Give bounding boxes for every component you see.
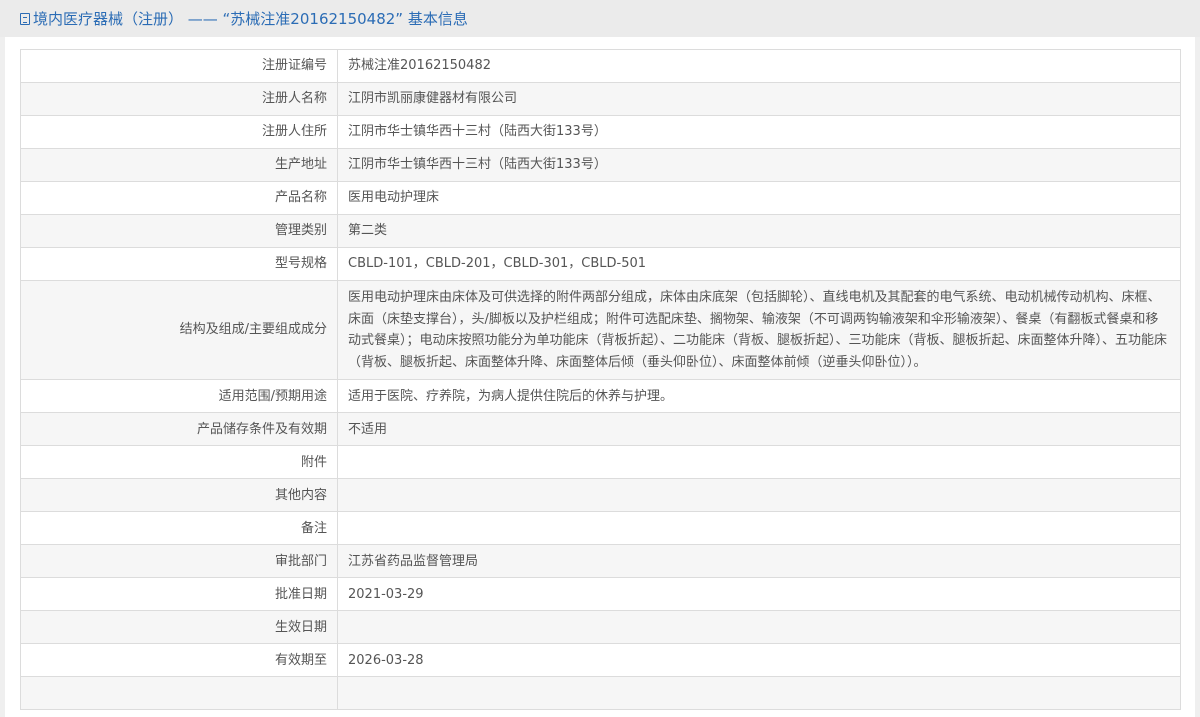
field-label: 产品名称: [20, 181, 338, 215]
field-label: 附件: [20, 445, 338, 480]
table-row: 附件: [20, 445, 1181, 480]
field-value: 江阴市凯丽康健器材有限公司: [337, 82, 1181, 116]
field-value: 2021-03-29: [337, 577, 1181, 612]
field-value: 适用于医院、疗养院，为病人提供住院后的休养与护理。: [337, 379, 1181, 414]
table-row: 产品储存条件及有效期 不适用: [20, 412, 1181, 447]
field-label: 结构及组成/主要组成成分: [20, 279, 338, 381]
field-label: 备注: [20, 511, 338, 546]
table-row: 注册证编号 苏械注准20162150482: [20, 49, 1181, 83]
table-row: 生产地址 江阴市华士镇华西十三村（陆西大街133号）: [20, 148, 1181, 182]
field-value: CBLD-101，CBLD-201，CBLD-301，CBLD-501: [337, 247, 1181, 281]
field-label: 管理类别: [20, 214, 338, 248]
field-label: 注册人名称: [20, 82, 338, 116]
info-panel: 注册证编号 苏械注准20162150482 注册人名称 江阴市凯丽康健器材有限公司 注册…: [5, 37, 1195, 717]
field-value: [337, 478, 1181, 513]
field-value: 苏械注准20162150482: [337, 49, 1181, 83]
field-label: 生效日期: [20, 610, 338, 645]
table-row: 管理类别 第二类: [20, 214, 1181, 248]
field-label: [20, 676, 338, 711]
field-value: [337, 610, 1181, 645]
page-title: 境内医疗器械（注册） —— “苏械注准20162150482” 基本信息: [33, 10, 468, 28]
field-label: 其他内容: [20, 478, 338, 513]
table-row: 产品名称 医用电动护理床: [20, 181, 1181, 215]
table-row: 注册人住所 江阴市华士镇华西十三村（陆西大街133号）: [20, 115, 1181, 149]
document-icon: [20, 12, 30, 25]
table-row: 其他内容: [20, 478, 1181, 513]
page-header: 境内医疗器械（注册） —— “苏械注准20162150482” 基本信息: [0, 0, 1200, 37]
field-label: 注册人住所: [20, 115, 338, 149]
field-label: 审批部门: [20, 544, 338, 579]
field-value: 江阴市华士镇华西十三村（陆西大街133号）: [337, 148, 1181, 182]
info-table: 注册证编号 苏械注准20162150482 注册人名称 江阴市凯丽康健器材有限公司 注册…: [20, 49, 1181, 711]
table-row: 适用范围/预期用途 适用于医院、疗养院，为病人提供住院后的休养与护理。: [20, 379, 1181, 414]
field-value: 医用电动护理床由床体及可供选择的附件两部分组成，床体由床底架（包括脚轮）、直线电…: [337, 279, 1181, 381]
table-row: 备注: [20, 511, 1181, 546]
table-row: 审批部门 江苏省药品监督管理局: [20, 544, 1181, 579]
table-row: 批准日期 2021-03-29: [20, 577, 1181, 612]
table-row: 有效期至 2026-03-28: [20, 643, 1181, 678]
table-row: 生效日期: [20, 610, 1181, 645]
field-value: 不适用: [337, 412, 1181, 447]
field-value: [337, 445, 1181, 480]
field-value: 江苏省药品监督管理局: [337, 544, 1181, 579]
field-label: 注册证编号: [20, 49, 338, 83]
field-value: 江阴市华士镇华西十三村（陆西大街133号）: [337, 115, 1181, 149]
field-label: 型号规格: [20, 247, 338, 281]
table-row: 结构及组成/主要组成成分 医用电动护理床由床体及可供选择的附件两部分组成，床体由床…: [20, 279, 1181, 381]
field-label: 产品储存条件及有效期: [20, 412, 338, 447]
field-label: 批准日期: [20, 577, 338, 612]
table-row: 型号规格 CBLD-101，CBLD-201，CBLD-301，CBLD-501: [20, 247, 1181, 281]
field-value: 第二类: [337, 214, 1181, 248]
field-value: 2026-03-28: [337, 643, 1181, 678]
table-row: 注册人名称 江阴市凯丽康健器材有限公司: [20, 82, 1181, 116]
table-row: [20, 676, 1181, 711]
field-label: 适用范围/预期用途: [20, 379, 338, 414]
field-value: 医用电动护理床: [337, 181, 1181, 215]
field-label: 生产地址: [20, 148, 338, 182]
field-label: 有效期至: [20, 643, 338, 678]
field-value: [337, 511, 1181, 546]
field-value: [337, 676, 1181, 711]
